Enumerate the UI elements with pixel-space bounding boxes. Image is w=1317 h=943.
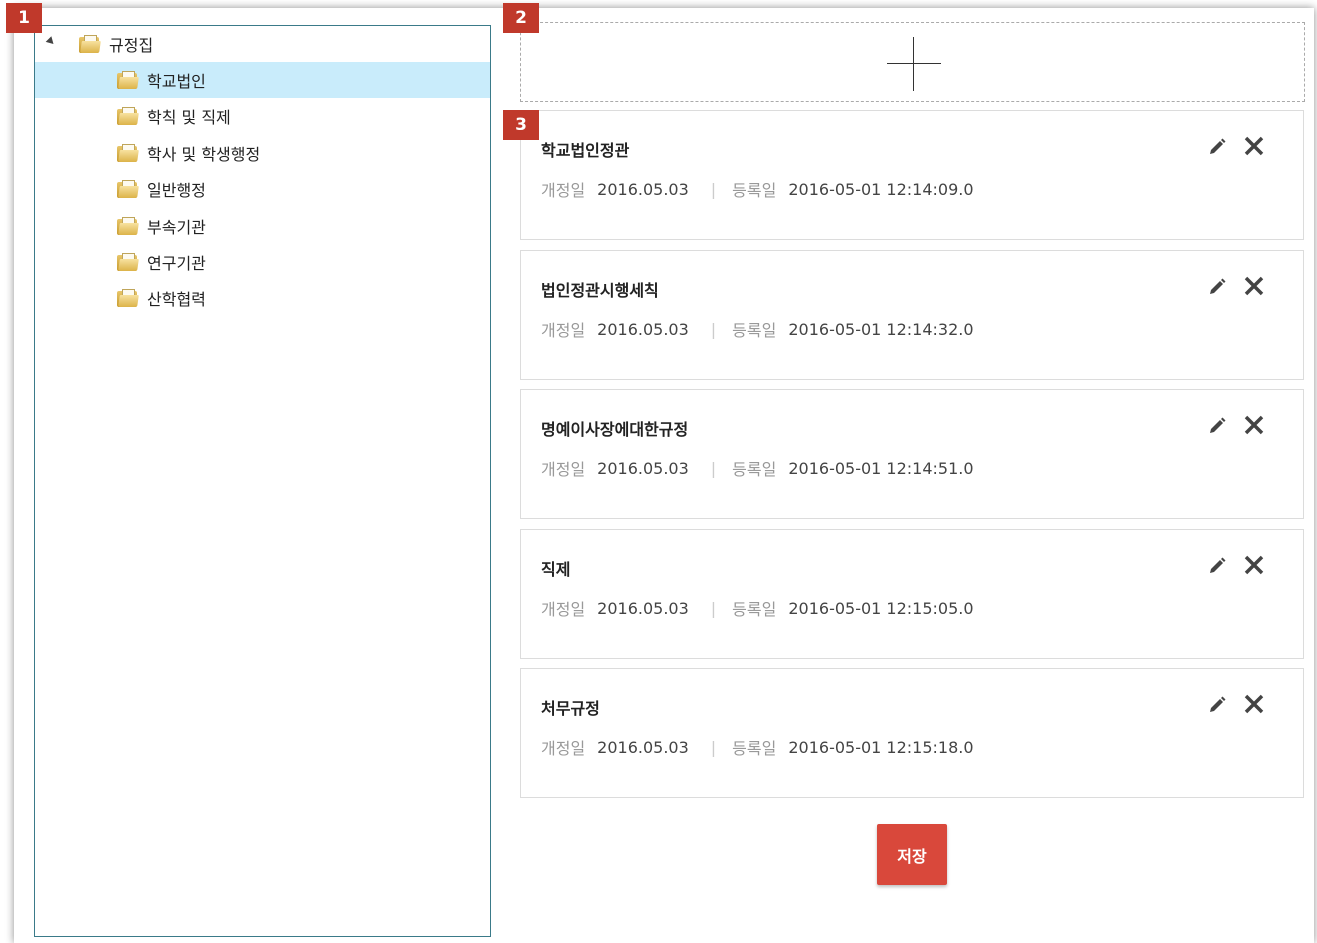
folder-icon: [117, 144, 139, 162]
pencil-icon[interactable]: [1207, 695, 1227, 715]
pencil-icon[interactable]: [1207, 137, 1227, 157]
badge-1: 1: [6, 3, 42, 33]
close-icon[interactable]: [1243, 135, 1265, 157]
tree-item-label: 학사 및 학생행정: [147, 145, 261, 164]
revised-label: 개정일: [541, 600, 586, 619]
close-icon[interactable]: [1243, 414, 1265, 436]
tree-item-label: 산학협력: [147, 290, 206, 309]
regulation-tree: 규정집 학교법인 학칙 및 직제 학사 및 학생행정 일반행정 부속기관 연구기…: [34, 25, 491, 937]
document-card: 명예이사장에대한규정 개정일 2016.05.03 | 등록일 2016-05-…: [520, 389, 1304, 519]
document-title: 명예이사장에대한규정: [541, 420, 689, 439]
meta-separator: |: [710, 458, 717, 478]
registered-date: 2016-05-01 12:14:32.0: [788, 319, 974, 339]
document-card: 처무규정 개정일 2016.05.03 | 등록일 2016-05-01 12:…: [520, 668, 1304, 798]
document-card: 법인정관시행세칙 개정일 2016.05.03 | 등록일 2016-05-01…: [520, 250, 1304, 380]
registered-label: 등록일: [732, 739, 777, 758]
close-icon[interactable]: [1243, 554, 1265, 576]
meta-separator: |: [710, 598, 717, 618]
meta-separator: |: [710, 737, 717, 757]
tree-item-school-corporation[interactable]: 학교법인: [35, 62, 490, 98]
registered-date: 2016-05-01 12:15:05.0: [788, 598, 974, 618]
document-title: 처무규정: [541, 699, 600, 718]
tree-item-label: 연구기관: [147, 254, 206, 273]
meta-separator: |: [710, 179, 717, 199]
folder-icon: [117, 107, 139, 125]
registered-label: 등록일: [732, 181, 777, 200]
revised-date: 2016.05.03: [597, 598, 689, 618]
document-meta: 개정일 2016.05.03 | 등록일 2016-05-01 12:14:32…: [541, 317, 974, 341]
pencil-icon[interactable]: [1207, 416, 1227, 436]
document-meta: 개정일 2016.05.03 | 등록일 2016-05-01 12:14:09…: [541, 177, 974, 201]
revised-date: 2016.05.03: [597, 179, 689, 199]
tree-item-label: 일반행정: [147, 181, 206, 200]
document-card: 학교법인정관 개정일 2016.05.03 | 등록일 2016-05-01 1…: [520, 110, 1304, 240]
registered-date: 2016-05-01 12:15:18.0: [788, 737, 974, 757]
close-icon[interactable]: [1243, 693, 1265, 715]
folder-icon: [117, 180, 139, 198]
revised-date: 2016.05.03: [597, 737, 689, 757]
document-meta: 개정일 2016.05.03 | 등록일 2016-05-01 12:15:05…: [541, 596, 974, 620]
add-document-zone[interactable]: [520, 22, 1305, 102]
registered-label: 등록일: [732, 321, 777, 340]
badge-3: 3: [503, 110, 539, 140]
revised-label: 개정일: [541, 460, 586, 479]
revised-label: 개정일: [541, 739, 586, 758]
document-meta: 개정일 2016.05.03 | 등록일 2016-05-01 12:14:51…: [541, 456, 974, 480]
folder-icon: [117, 253, 139, 271]
tree-item-general-administration[interactable]: 일반행정: [35, 171, 490, 207]
tree-root-label: 규정집: [109, 36, 154, 55]
revised-date: 2016.05.03: [597, 319, 689, 339]
tree-item-academic-affairs[interactable]: 학사 및 학생행정: [35, 135, 490, 171]
tree-item-rules-and-organization[interactable]: 학칙 및 직제: [35, 98, 490, 134]
expand-arrow-icon[interactable]: [45, 36, 57, 47]
tree-item-affiliated-institutions[interactable]: 부속기관: [35, 208, 490, 244]
revised-date: 2016.05.03: [597, 458, 689, 478]
folder-icon: [117, 71, 139, 89]
pencil-icon[interactable]: [1207, 556, 1227, 576]
tree-item-label: 학칙 및 직제: [147, 108, 231, 127]
tree-item-label: 부속기관: [147, 218, 206, 237]
tree-item-industry-cooperation[interactable]: 산학협력: [35, 280, 490, 316]
tree-item-research-institutions[interactable]: 연구기관: [35, 244, 490, 280]
close-icon[interactable]: [1243, 275, 1265, 297]
document-title: 직제: [541, 560, 571, 579]
revised-label: 개정일: [541, 181, 586, 200]
revised-label: 개정일: [541, 321, 586, 340]
document-card: 직제 개정일 2016.05.03 | 등록일 2016-05-01 12:15…: [520, 529, 1304, 659]
registered-date: 2016-05-01 12:14:51.0: [788, 458, 974, 478]
document-title: 법인정관시행세칙: [541, 281, 659, 300]
pencil-icon[interactable]: [1207, 277, 1227, 297]
folder-icon: [117, 217, 139, 235]
meta-separator: |: [710, 319, 717, 339]
folder-icon: [79, 35, 101, 53]
registered-label: 등록일: [732, 600, 777, 619]
registered-date: 2016-05-01 12:14:09.0: [788, 179, 974, 199]
folder-icon: [117, 289, 139, 307]
save-button[interactable]: 저장: [877, 824, 947, 885]
tree-root[interactable]: 규정집: [35, 26, 490, 62]
registered-label: 등록일: [732, 460, 777, 479]
tree-item-label: 학교법인: [147, 72, 206, 91]
badge-2: 2: [503, 3, 539, 33]
document-title: 학교법인정관: [541, 141, 630, 160]
document-meta: 개정일 2016.05.03 | 등록일 2016-05-01 12:15:18…: [541, 735, 974, 759]
